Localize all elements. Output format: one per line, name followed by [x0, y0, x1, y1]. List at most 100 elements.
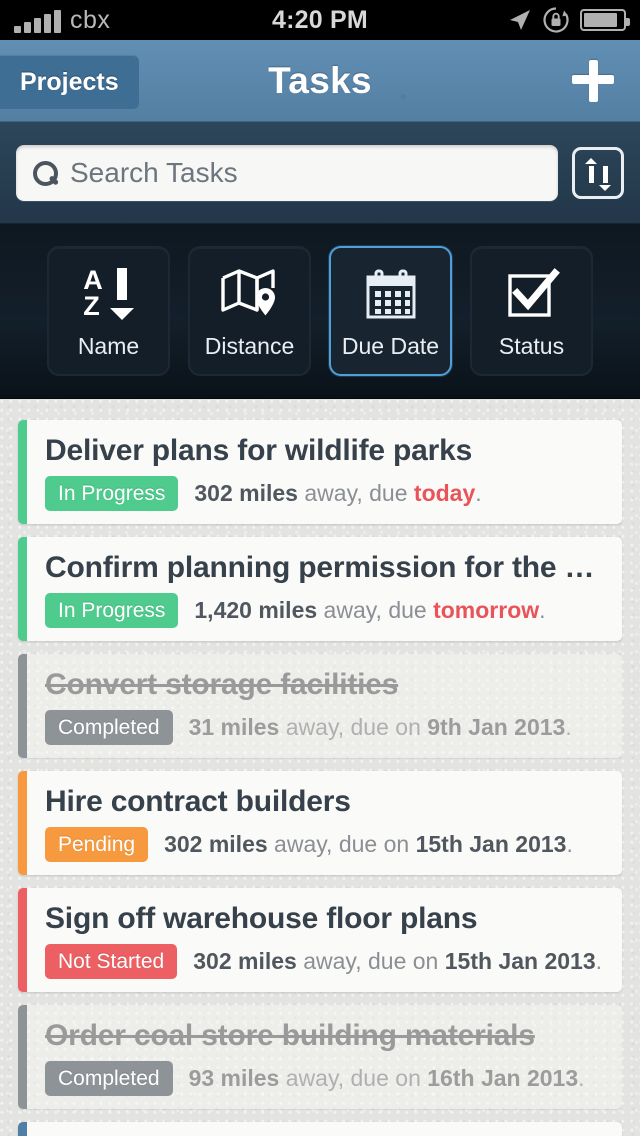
rotation-lock-icon: [543, 7, 569, 33]
task-meta-row: Completed 93 miles away, due on 16th Jan …: [45, 1061, 606, 1096]
sort-button-name[interactable]: AZ Name: [47, 246, 170, 376]
task-title: Deliver plans for wildlife parks: [45, 434, 473, 467]
status-badge: Completed: [45, 710, 173, 745]
task-meta-period: .: [565, 714, 572, 740]
status-badge: Completed: [45, 1061, 173, 1096]
navigation-bar: Projects Tasks: [0, 40, 640, 122]
task-away-text: away, due on: [279, 1065, 428, 1091]
task-due-date: 15th Jan 2013: [415, 831, 567, 857]
task-card-body: Sign off warehouse floor plans Not Starte…: [27, 888, 622, 992]
task-meta-row: Not Started 302 miles away, due on 15th J…: [45, 944, 606, 979]
task-title: Convert storage facilities: [45, 668, 399, 701]
sort-button-due-date[interactable]: Due Date: [329, 246, 452, 376]
task-title: Order coal store building materials: [45, 1019, 535, 1052]
search-icon: [32, 160, 58, 186]
app-screen: cbx 4:20 PM Projects Tasks Search Tasks …: [0, 0, 640, 1136]
task-distance: 302 miles: [194, 480, 298, 506]
task-meta-row: Pending 302 miles away, due on 15th Jan 2…: [45, 827, 606, 862]
task-card-body: Confirm planning permission for the co..…: [27, 537, 622, 641]
task-due-date: today: [413, 480, 476, 506]
task-meta-text: 302 miles away, due on 15th Jan 2013.: [193, 948, 602, 975]
map-pin-icon: [220, 263, 280, 325]
task-status-accent-bar: [18, 420, 27, 524]
task-meta-text: 302 miles away, due today.: [194, 480, 481, 507]
task-card-body: Hire contract builders Pending 302 miles a…: [27, 771, 622, 875]
task-status-accent-bar: [18, 1005, 27, 1109]
task-status-accent-bar: [18, 654, 27, 758]
sort-button-status-label: Status: [498, 332, 565, 359]
status-bar-right: [506, 6, 630, 34]
task-list[interactable]: Deliver plans for wildlife parks In Progr…: [0, 399, 640, 1136]
sort-button-distance[interactable]: Distance: [188, 246, 311, 376]
task-due-date: 9th Jan 2013: [427, 714, 566, 740]
task-due-date: tomorrow: [433, 597, 540, 623]
task-meta-text: 31 miles away, due on 9th Jan 2013.: [189, 714, 572, 741]
task-card[interactable]: Convert storage facilities Completed 31 mi…: [18, 654, 622, 758]
checkbox-icon: [504, 263, 560, 325]
search-bar: Search Tasks: [0, 122, 640, 224]
task-meta-text: 93 miles away, due on 16th Jan 2013.: [189, 1065, 585, 1092]
back-button-label: Projects: [20, 67, 119, 96]
status-badge: Not Started: [45, 944, 178, 979]
task-meta-period: .: [578, 1065, 585, 1091]
task-card[interactable]: Deliver plans for wildlife parks In Progr…: [18, 420, 622, 524]
task-title: Confirm planning permission for the co..…: [45, 551, 606, 584]
task-status-accent-bar: [18, 771, 27, 875]
task-away-text: away, due: [297, 480, 414, 506]
task-meta-period: .: [566, 831, 573, 857]
task-meta-row: Completed 31 miles away, due on 9th Jan 2…: [45, 710, 606, 745]
task-meta-text: 302 miles away, due on 15th Jan 2013.: [164, 831, 573, 858]
task-away-text: away, due on: [296, 948, 445, 974]
task-meta-text: 1,420 miles away, due tomorrow.: [194, 597, 545, 624]
task-distance: 302 miles: [164, 831, 268, 857]
task-distance: 1,420 miles: [194, 597, 318, 623]
arrow-down-icon: [598, 161, 612, 191]
task-card-body: Convert storage facilities Completed 31 mi…: [27, 654, 622, 758]
calendar-icon: [363, 263, 419, 325]
sort-button-due-date-label: Due Date: [341, 332, 440, 359]
sort-options-bar: AZ Name Distance Due Date Status: [0, 224, 640, 399]
sort-button-name-label: Name: [77, 332, 140, 359]
arrow-up-icon: [584, 157, 598, 188]
task-status-accent-bar: [18, 1122, 27, 1136]
sort-direction-toggle[interactable]: [572, 146, 624, 199]
task-title: Hire contract builders: [45, 785, 351, 818]
status-bar: cbx 4:20 PM: [0, 0, 640, 40]
back-button-projects[interactable]: Projects: [0, 55, 139, 109]
search-placeholder: Search Tasks: [70, 156, 238, 188]
sort-button-status[interactable]: Status: [470, 246, 593, 376]
task-status-accent-bar: [18, 537, 27, 641]
task-away-text: away, due on: [279, 714, 428, 740]
task-meta-period: .: [595, 948, 602, 974]
location-arrow-icon: [510, 10, 530, 30]
task-due-date: 15th Jan 2013: [444, 948, 596, 974]
task-card[interactable]: Confirm planning permission for the co..…: [18, 537, 622, 641]
task-distance: 31 miles: [188, 714, 280, 740]
task-away-text: away, due: [317, 597, 434, 623]
add-task-button[interactable]: [572, 59, 614, 102]
status-badge: Pending: [45, 827, 149, 862]
task-meta-row: In Progress 1,420 miles away, due tomorro…: [45, 593, 606, 628]
task-meta-period: .: [475, 480, 482, 506]
task-card[interactable]: Sign off warehouse floor plans Not Starte…: [18, 888, 622, 992]
task-meta-period: .: [539, 597, 546, 623]
task-card[interactable]: Hire contract builders Pending 302 miles a…: [18, 771, 622, 875]
task-card[interactable]: [18, 1122, 622, 1136]
sort-button-distance-label: Distance: [204, 332, 295, 359]
task-card-body: Order coal store building materials Compl…: [27, 1005, 622, 1109]
search-input[interactable]: Search Tasks: [16, 144, 558, 201]
task-due-date: 16th Jan 2013: [427, 1065, 579, 1091]
az-sort-icon: AZ: [83, 263, 134, 325]
task-meta-row: In Progress 302 miles away, due today.: [45, 476, 606, 511]
task-status-accent-bar: [18, 888, 27, 992]
task-card-body: Deliver plans for wildlife parks In Progr…: [27, 420, 622, 524]
task-title: Sign off warehouse floor plans: [45, 902, 478, 935]
task-away-text: away, due on: [267, 831, 416, 857]
status-badge: In Progress: [45, 593, 179, 628]
task-card[interactable]: Order coal store building materials Compl…: [18, 1005, 622, 1109]
battery-icon: [580, 9, 630, 31]
status-badge: In Progress: [45, 476, 179, 511]
task-distance: 93 miles: [188, 1065, 280, 1091]
task-distance: 302 miles: [193, 948, 297, 974]
page-title: Tasks: [268, 59, 372, 101]
